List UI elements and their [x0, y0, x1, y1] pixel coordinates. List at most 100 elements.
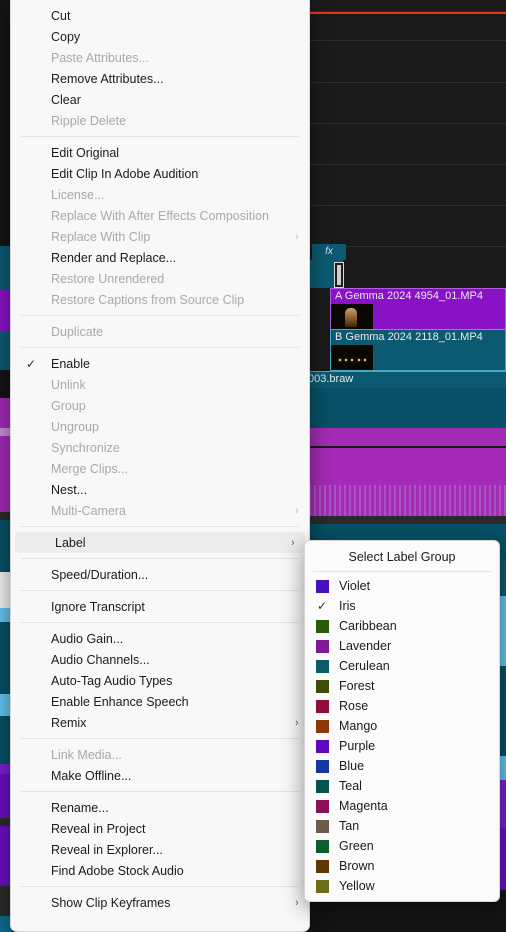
menu-item-copy[interactable]: Copy [11, 26, 309, 47]
menu-item-nest[interactable]: Nest... [11, 479, 309, 500]
menu-item-label: Audio Gain... [51, 631, 124, 646]
audio-track-2[interactable] [304, 448, 506, 516]
menu-separator [21, 886, 299, 887]
menu-item-ripple-delete: Ripple Delete [11, 110, 309, 131]
menu-item-show-clip-keyframes[interactable]: Show Clip Keyframes › [11, 892, 309, 913]
menu-item-rename[interactable]: Rename... [11, 797, 309, 818]
menu-item-label: Merge Clips... [51, 461, 129, 476]
label-option-teal[interactable]: Teal [305, 776, 499, 796]
color-swatch-cell [305, 579, 339, 593]
audio-track-1[interactable] [304, 388, 506, 428]
label-option-tan[interactable]: Tan [305, 816, 499, 836]
label-option-name: Lavender [339, 639, 392, 653]
menu-item-ignore-transcript[interactable]: Ignore Transcript [11, 596, 309, 617]
menu-item-audio-gain[interactable]: Audio Gain... [11, 628, 309, 649]
menu-item-edit-clip-in-adobe-audition[interactable]: Edit Clip In Adobe Audition [11, 163, 309, 184]
label-option-yellow[interactable]: Yellow [305, 876, 499, 896]
menu-item-remix[interactable]: Remix › [11, 712, 309, 733]
label-option-name: Tan [339, 819, 360, 833]
menu-item-replace-with-after-effects-composition: Replace With After Effects Composition [11, 205, 309, 226]
menu-item-label: Group [51, 398, 86, 413]
label-option-brown[interactable]: Brown [305, 856, 499, 876]
menu-item-label: Remix [51, 715, 87, 730]
color-swatch-mango [315, 719, 329, 733]
label-option-forest[interactable]: Forest [305, 676, 499, 696]
menu-item-label: Ungroup [51, 419, 99, 434]
label-option-violet[interactable]: Violet [305, 576, 499, 596]
playhead-handle[interactable] [334, 262, 344, 288]
menu-item-label: Rename... [51, 800, 109, 815]
color-swatch-cell [305, 619, 339, 633]
menu-item-label: Replace With Clip [51, 229, 151, 244]
label-option-caribbean[interactable]: Caribbean [305, 616, 499, 636]
menu-item-label: Label [55, 535, 86, 550]
menu-item-cut[interactable]: Cut [11, 5, 309, 26]
timeline-clip-b[interactable]: B Gemma 2024 2118_01.MP4 [330, 329, 506, 371]
label-option-magenta[interactable]: Magenta [305, 796, 499, 816]
context-menu-body: Cut Copy Paste Attributes... Remove Attribu… [11, 5, 309, 913]
menu-item-edit-original[interactable]: Edit Original [11, 142, 309, 163]
menu-item-make-offline[interactable]: Make Offline... [11, 765, 309, 786]
menu-item-reveal-in-project[interactable]: Reveal in Project [11, 818, 309, 839]
menu-item-label: Find Adobe Stock Audio [51, 863, 184, 878]
color-swatch-cell [305, 859, 339, 873]
menu-item-group: Group [11, 395, 309, 416]
label-submenu-header: Select Label Group [348, 550, 456, 564]
menu-item-label[interactable]: Label › [15, 532, 305, 553]
label-submenu[interactable]: Select Label Group Violet ✓ Iris Caribbean L… [304, 540, 500, 902]
clip-context-menu[interactable]: Cut Copy Paste Attributes... Remove Attribu… [10, 0, 310, 932]
fx-label: fx [325, 246, 333, 257]
menu-item-label: Reveal in Project [51, 821, 146, 836]
color-swatch-purple [315, 739, 329, 753]
menu-item-enable[interactable]: ✓ Enable [11, 353, 309, 374]
color-swatch-cell [305, 779, 339, 793]
color-swatch-green [315, 839, 329, 853]
menu-item-reveal-in-explorer[interactable]: Reveal in Explorer... [11, 839, 309, 860]
label-option-rose[interactable]: Rose [305, 696, 499, 716]
color-swatch-cell [305, 879, 339, 893]
menu-item-label: Reveal in Explorer... [51, 842, 163, 857]
label-option-name: Forest [339, 679, 375, 693]
menu-item-find-adobe-stock-audio[interactable]: Find Adobe Stock Audio [11, 860, 309, 881]
menu-item-render-and-replace[interactable]: Render and Replace... [11, 247, 309, 268]
menu-item-label: Multi-Camera [51, 503, 127, 518]
menu-item-speed-duration[interactable]: Speed/Duration... [11, 564, 309, 585]
submenu-separator [313, 571, 491, 572]
fx-badge[interactable]: fx [312, 244, 346, 260]
menu-item-enable-enhance-speech[interactable]: Enable Enhance Speech [11, 691, 309, 712]
menu-separator [21, 347, 299, 348]
menu-item-audio-channels[interactable]: Audio Channels... [11, 649, 309, 670]
checkmark-icon: ✓ [25, 356, 37, 371]
menu-item-label: Enable [51, 356, 90, 371]
label-option-purple[interactable]: Purple [305, 736, 499, 756]
label-option-lavender[interactable]: Lavender [305, 636, 499, 656]
menu-item-label: Paste Attributes... [51, 50, 149, 65]
menu-item-label: Synchronize [51, 440, 120, 455]
menu-item-label: Remove Attributes... [51, 71, 164, 86]
color-swatch-cell [305, 839, 339, 853]
color-swatch-cell [305, 739, 339, 753]
color-swatch-teal [315, 779, 329, 793]
label-option-mango[interactable]: Mango [305, 716, 499, 736]
menu-separator [21, 526, 299, 527]
menu-item-remove-attributes[interactable]: Remove Attributes... [11, 68, 309, 89]
menu-item-label: Speed/Duration... [51, 567, 149, 582]
menu-item-auto-tag-audio-types[interactable]: Auto-Tag Audio Types [11, 670, 309, 691]
label-option-name: Rose [339, 699, 369, 713]
label-option-green[interactable]: Green [305, 836, 499, 856]
checkmark-icon: ✓ [316, 599, 328, 613]
timeline-clip-a[interactable]: A Gemma 2024 4954_01.MP4 [330, 288, 506, 330]
label-option-cerulean[interactable]: Cerulean [305, 656, 499, 676]
menu-item-label: Link Media... [51, 747, 122, 762]
label-option-blue[interactable]: Blue [305, 756, 499, 776]
menu-item-label: Auto-Tag Audio Types [51, 673, 173, 688]
label-option-iris[interactable]: ✓ Iris [305, 596, 499, 616]
color-swatch-cell [305, 699, 339, 713]
audio-track-2-head[interactable] [304, 428, 506, 446]
label-color-list: Violet ✓ Iris Caribbean Lavender Cerulean Fore… [305, 576, 499, 896]
chevron-right-icon: › [295, 716, 299, 729]
clip-a-thumbnail [331, 304, 373, 329]
timeline-clip-braw[interactable]: 003.braw [304, 371, 506, 388]
menu-item-clear[interactable]: Clear [11, 89, 309, 110]
menu-separator [21, 622, 299, 623]
